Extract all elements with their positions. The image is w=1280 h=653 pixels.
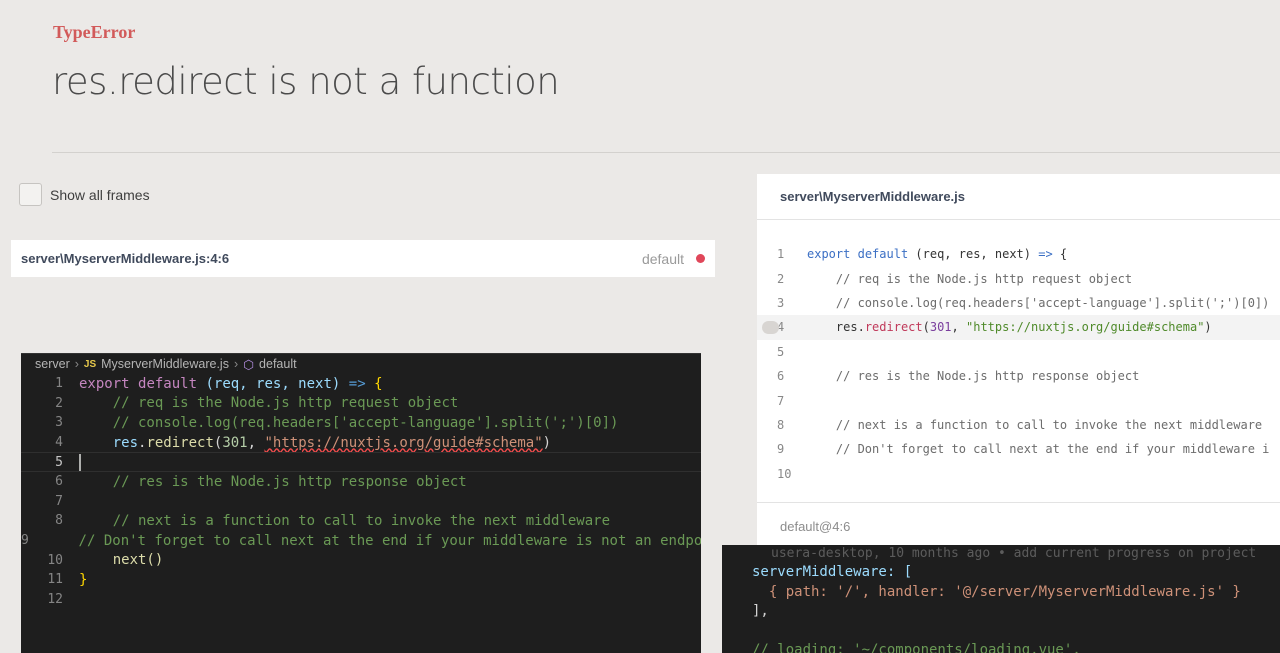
- chevron-right-icon: ›: [233, 357, 239, 371]
- chevron-right-icon: ›: [74, 357, 79, 371]
- line-number: 1: [777, 247, 785, 262]
- breadcrumb-file[interactable]: MyserverMiddleware.js: [101, 357, 229, 371]
- editor-line[interactable]: 6 // res is the Node.js http response ob…: [21, 472, 701, 492]
- editor-line[interactable]: serverMiddleware: [: [722, 563, 1280, 583]
- source-line: 8 // next is a function to call to invok…: [777, 417, 1263, 432]
- stack-frame-row[interactable]: server\MyserverMiddleware.js:4:6 default: [11, 240, 715, 277]
- editor-lines[interactable]: 1 export default (req, res, next) => { 2…: [21, 374, 701, 609]
- symbol-cube-icon: ⬡: [243, 357, 255, 372]
- active-frame-dot-icon: [696, 254, 705, 263]
- source-line: 9 // Don't forget to call next at the en…: [777, 442, 1270, 457]
- divider: [52, 152, 1280, 153]
- editor-line[interactable]: 4 res.redirect(301, "https://nuxtjs.org/…: [21, 433, 701, 453]
- editor-line[interactable]: { path: '/', handler: '@/server/Myserver…: [722, 583, 1280, 603]
- breadcrumb: server › JS MyserverMiddleware.js › ⬡ de…: [21, 354, 701, 374]
- editor-line[interactable]: [722, 622, 1280, 642]
- source-line: 1 export default (req, res, next) => {: [757, 242, 1280, 266]
- error-marker-icon: [762, 320, 779, 334]
- editor-line[interactable]: 11 }: [21, 570, 701, 590]
- editor-line[interactable]: 2 // req is the Node.js http request obj…: [21, 394, 701, 414]
- code-editor[interactable]: server › JS MyserverMiddleware.js › ⬡ de…: [21, 353, 701, 653]
- error-message: res.redirect is not a function: [52, 60, 560, 103]
- editor-line[interactable]: 10 next(): [21, 550, 701, 570]
- show-all-frames-toggle[interactable]: Show all frames: [19, 183, 150, 206]
- editor-line[interactable]: 3 // console.log(req.headers['accept-lan…: [21, 413, 701, 433]
- js-file-icon: JS: [83, 358, 97, 370]
- show-all-frames-checkbox[interactable]: [19, 183, 42, 206]
- text-cursor: [79, 453, 81, 471]
- editor-line[interactable]: // loading: '~/components/loading.vue',: [722, 641, 1280, 653]
- show-all-frames-label: Show all frames: [50, 186, 150, 203]
- editor-line[interactable]: 12: [21, 590, 701, 610]
- source-panel-file: server\MyserverMiddleware.js: [757, 174, 1280, 220]
- source-line-highlighted: 4 res.redirect(301, "https://nuxtjs.org/…: [757, 315, 1280, 340]
- editor-line[interactable]: 9 // Don't forget to call next at the en…: [21, 531, 701, 551]
- source-panel-footer: default@4:6: [757, 502, 1280, 550]
- editor-line[interactable]: ],: [722, 602, 1280, 622]
- editor-line[interactable]: 1 export default (req, res, next) => {: [21, 374, 701, 394]
- editor-line[interactable]: 7: [21, 492, 701, 512]
- editor-line[interactable]: 8 // next is a function to call to invok…: [21, 511, 701, 531]
- breadcrumb-symbol[interactable]: default: [259, 357, 297, 371]
- source-line: 5: [777, 344, 785, 359]
- source-line: 3 // console.log(req.headers['accept-lan…: [777, 295, 1270, 310]
- config-editor[interactable]: usera-desktop, 10 months ago • add curre…: [722, 545, 1280, 653]
- source-line: 10: [777, 466, 792, 481]
- error-type: TypeError: [53, 22, 136, 42]
- source-line: 6 // res is the Node.js http response ob…: [777, 369, 1140, 384]
- source-line: 7: [777, 393, 785, 408]
- git-blame-annotation: usera-desktop, 10 months ago • add curre…: [771, 546, 1257, 561]
- source-panel: server\MyserverMiddleware.js 1 export de…: [757, 174, 1280, 574]
- source-line: 2 // req is the Node.js http request obj…: [777, 271, 1133, 286]
- source-code: 1 export default (req, res, next) => { 2…: [757, 220, 1280, 486]
- stack-frame-function: default: [641, 250, 684, 267]
- editor-line-current[interactable]: 5: [21, 452, 701, 472]
- breadcrumb-folder[interactable]: server: [35, 357, 70, 371]
- stack-frame-file: server\MyserverMiddleware.js:4:6: [21, 251, 230, 266]
